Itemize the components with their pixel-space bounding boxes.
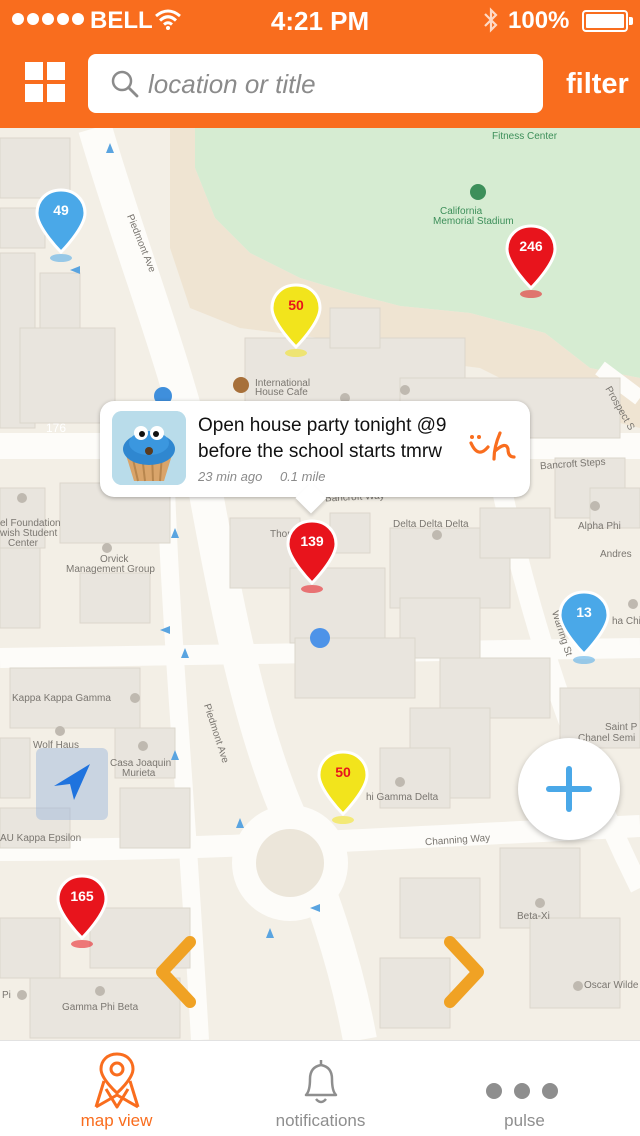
map-pin[interactable]: 246 — [505, 224, 557, 300]
popup-time-ago: 23 min ago — [198, 469, 263, 484]
map-pin[interactable]: 139 — [286, 519, 338, 595]
add-post-button[interactable] — [518, 738, 620, 840]
bell-icon — [304, 1060, 338, 1104]
popup-distance: 0.1 mile — [279, 469, 326, 484]
pin-count: 50 — [288, 297, 304, 313]
map-label: Murieta — [122, 768, 156, 779]
map-label: Andres — [600, 549, 632, 560]
grid-menu-icon[interactable] — [25, 62, 65, 102]
map-label: Fitness Center — [492, 131, 558, 142]
map-pin[interactable]: 49 — [35, 188, 87, 264]
popup-title-line1: Open house party tonight @9 — [198, 415, 447, 436]
tab-pulse[interactable]: pulse — [418, 1041, 631, 1136]
map-label: Saint P — [605, 722, 638, 733]
map-label: ha Chi — [612, 616, 640, 627]
pin-count: 139 — [300, 533, 324, 549]
search-icon — [111, 70, 139, 98]
battery-percent: 100% — [508, 7, 570, 34]
search-input[interactable] — [148, 62, 528, 106]
previous-button[interactable] — [150, 934, 202, 1010]
chevron-right-icon — [444, 936, 484, 1008]
app-logo-icon — [469, 431, 516, 461]
map-pin[interactable]: 165 — [56, 874, 108, 950]
map-label: Kappa Kappa Gamma — [12, 693, 111, 704]
next-button[interactable] — [438, 934, 490, 1010]
tab-notifications[interactable]: notifications — [214, 1041, 427, 1136]
top-bar: BELL 4:21 PM 100% filter — [0, 0, 640, 128]
map-label: Center — [8, 538, 39, 549]
bluetooth-icon — [484, 7, 498, 33]
map-label: Management Group — [66, 564, 155, 575]
pin-count: 49 — [53, 202, 69, 218]
filter-button[interactable]: filter — [566, 68, 629, 101]
popup-title-line2: before the school starts tmrw — [198, 441, 442, 462]
status-bar: BELL 4:21 PM 100% — [0, 0, 640, 40]
map-pin[interactable]: 50 — [317, 750, 369, 826]
event-popup[interactable]: Open house party tonight @9 before the s… — [100, 401, 530, 514]
map-label: Delta Delta Delta — [393, 519, 469, 530]
battery-level — [586, 14, 624, 28]
tab-label: notifications — [275, 1111, 366, 1130]
search-box[interactable] — [88, 54, 543, 113]
chevron-left-icon — [156, 936, 196, 1008]
map-label: Gamma Phi Beta — [62, 1002, 139, 1013]
pin-count: 246 — [519, 238, 543, 254]
dots-icon — [486, 1083, 558, 1099]
tab-bar: map view notifications pulse — [0, 1040, 640, 1136]
navigation-arrow-icon — [54, 764, 90, 800]
street-number: 176 — [46, 421, 67, 435]
battery-icon — [582, 10, 633, 32]
map-label: Beta-Xi — [517, 911, 550, 922]
tab-map-view[interactable]: map view — [10, 1041, 223, 1136]
pin-count: 50 — [335, 764, 351, 780]
map-pin[interactable]: 50 — [270, 283, 322, 359]
tab-label: map view — [80, 1111, 153, 1130]
map-label: Alpha Phi — [578, 521, 621, 532]
map-label: AU Kappa Epsilon — [0, 833, 82, 844]
map-label: House Cafe — [255, 387, 308, 398]
map-view[interactable]: Fitness Center California Memorial Stadi… — [0, 128, 640, 1040]
plus-icon — [546, 766, 592, 812]
tab-label: pulse — [504, 1111, 545, 1130]
locate-me-button[interactable] — [36, 748, 108, 820]
popup-meta: 23 min ago 0.1 mile — [198, 469, 325, 484]
current-location-dot — [310, 628, 330, 648]
pin-count: 13 — [576, 604, 592, 620]
cupcake-icon — [112, 411, 186, 485]
map-label: hi Gamma Delta — [366, 792, 439, 803]
map-pin[interactable]: 13 — [558, 590, 610, 666]
map-label: Pi — [2, 990, 11, 1001]
pin-count: 165 — [70, 888, 94, 904]
map-label: Memorial Stadium — [433, 216, 514, 227]
map-label: Oscar Wilde — [584, 980, 639, 991]
map-pin-icon — [94, 1052, 140, 1109]
